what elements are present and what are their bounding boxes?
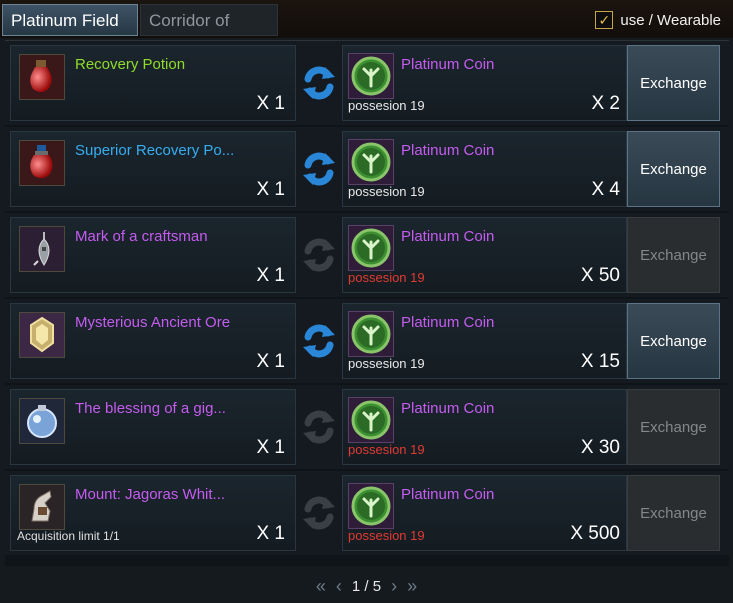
exchange-button[interactable]: Exchange [627, 475, 720, 551]
currency-name: Platinum Coin [401, 486, 495, 503]
top-bar: Platinum Field Corridor of Trials ✓ use … [0, 0, 733, 62]
item-name: Mark of a craftsman [75, 228, 208, 245]
exchange-arrows-icon [298, 491, 340, 535]
cost-amount: X 500 [570, 523, 620, 544]
mount-icon [19, 484, 65, 530]
page-indicator: 1 / 5 [351, 578, 382, 595]
possession-count: possesion 19 [348, 528, 425, 543]
tab-platinum-field[interactable]: Platinum Field [2, 4, 138, 36]
exchange-row: Recovery Potion X 1 Platinum Coin posses… [5, 41, 729, 125]
cost-panel: Platinum Coin possesion 19 X 50 [342, 217, 627, 293]
possession-count: possesion 19 [348, 98, 425, 113]
item-name: Mount: Jagoras Whit... [75, 486, 226, 503]
use-wearable-filter[interactable]: ✓ use / Wearable [595, 10, 721, 30]
red-potion-icon [19, 54, 65, 100]
cost-amount: X 4 [591, 179, 620, 200]
possession-count: possesion 19 [348, 184, 425, 199]
craftsman-mark-icon [19, 226, 65, 272]
exchange-row: Mysterious Ancient Ore X 1 Platinum Coin… [5, 299, 729, 383]
exchange-row: The blessing of a gig... X 1 Platinum Co… [5, 385, 729, 469]
item-panel: Mark of a craftsman X 1 [10, 217, 296, 293]
possession-count: possesion 19 [348, 270, 425, 285]
exchange-arrows-icon [298, 233, 340, 277]
item-name: The blessing of a gig... [75, 400, 226, 417]
cost-amount: X 15 [580, 351, 620, 372]
platinum-coin-icon [348, 139, 394, 185]
currency-name: Platinum Coin [401, 142, 495, 159]
cost-amount: X 50 [580, 265, 620, 286]
exchange-row: Superior Recovery Po... X 1 Platinum Coi… [5, 127, 729, 211]
exchange-arrows-icon [298, 319, 340, 363]
platinum-coin-icon [348, 225, 394, 271]
item-name: Recovery Potion [75, 56, 186, 73]
currency-name: Platinum Coin [401, 400, 495, 417]
exchange-button[interactable]: Exchange [627, 303, 720, 379]
exchange-row: Mount: Jagoras Whit... Acquisition limit… [5, 471, 729, 555]
possession-count: possesion 19 [348, 442, 425, 457]
cost-panel: Platinum Coin possesion 19 X 15 [342, 303, 627, 379]
platinum-coin-icon [348, 397, 394, 443]
item-panel: Recovery Potion X 1 [10, 45, 296, 121]
exchange-button[interactable]: Exchange [627, 389, 720, 465]
last-page-button[interactable]: » [407, 576, 417, 597]
red-potion-icon [19, 140, 65, 186]
cost-panel: Platinum Coin possesion 19 X 500 [342, 475, 627, 551]
exchange-arrows-icon [298, 147, 340, 191]
cost-panel: Platinum Coin possesion 19 X 2 [342, 45, 627, 121]
cost-amount: X 30 [580, 437, 620, 458]
exchange-list: Recovery Potion X 1 Platinum Coin posses… [5, 40, 729, 566]
item-name: Superior Recovery Po... [75, 142, 235, 159]
item-panel: Superior Recovery Po... X 1 [10, 131, 296, 207]
cost-panel: Platinum Coin possesion 19 X 30 [342, 389, 627, 465]
item-quantity: X 1 [256, 523, 285, 544]
previous-page-button[interactable]: ‹ [336, 576, 342, 597]
exchange-button[interactable]: Exchange [627, 217, 720, 293]
pagination: « ‹ 1 / 5 › » [0, 570, 733, 603]
currency-name: Platinum Coin [401, 228, 495, 245]
cost-panel: Platinum Coin possesion 19 X 4 [342, 131, 627, 207]
exchange-arrows-icon [298, 61, 340, 105]
item-panel: Mysterious Ancient Ore X 1 [10, 303, 296, 379]
exchange-arrows-icon [298, 405, 340, 449]
item-quantity: X 1 [256, 179, 285, 200]
platinum-coin-icon [348, 311, 394, 357]
item-panel: The blessing of a gig... X 1 [10, 389, 296, 465]
currency-name: Platinum Coin [401, 56, 495, 73]
platinum-coin-icon [348, 483, 394, 529]
exchange-button[interactable]: Exchange [627, 45, 720, 121]
item-quantity: X 1 [256, 265, 285, 286]
item-quantity: X 1 [256, 351, 285, 372]
item-name: Mysterious Ancient Ore [75, 314, 231, 331]
exchange-row: Mark of a craftsman X 1 Platinum Coin po… [5, 213, 729, 297]
blessing-icon [19, 398, 65, 444]
tab-corridor-of-trials[interactable]: Corridor of Trials [140, 4, 278, 62]
item-quantity: X 1 [256, 437, 285, 458]
item-panel: Mount: Jagoras Whit... Acquisition limit… [10, 475, 296, 551]
cost-amount: X 2 [591, 93, 620, 114]
exchange-button[interactable]: Exchange [627, 131, 720, 207]
use-wearable-label: use / Wearable [620, 11, 721, 29]
item-quantity: X 1 [256, 93, 285, 114]
ancient-ore-icon [19, 312, 65, 358]
first-page-button[interactable]: « [316, 576, 326, 597]
possession-count: possesion 19 [348, 356, 425, 371]
acquisition-limit: Acquisition limit 1/1 [17, 529, 120, 543]
currency-name: Platinum Coin [401, 314, 495, 331]
platinum-coin-icon [348, 53, 394, 99]
use-wearable-checkbox[interactable]: ✓ [595, 11, 614, 29]
next-page-button[interactable]: › [391, 576, 397, 597]
